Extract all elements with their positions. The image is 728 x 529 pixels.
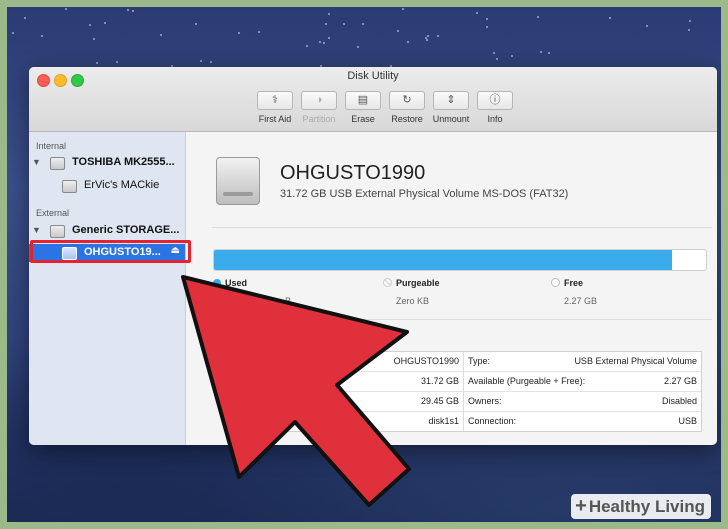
image-frame: Disk Utility ⚕ First Aid ◑ Partition ▤ Erase ↻…: [0, 0, 728, 529]
watermark-logo: + Healthy Living: [571, 494, 711, 519]
watermark-plus-icon: +: [575, 495, 587, 517]
pointer-arrow-icon: [181, 275, 411, 507]
watermark-text: Healthy Living: [588, 497, 705, 516]
